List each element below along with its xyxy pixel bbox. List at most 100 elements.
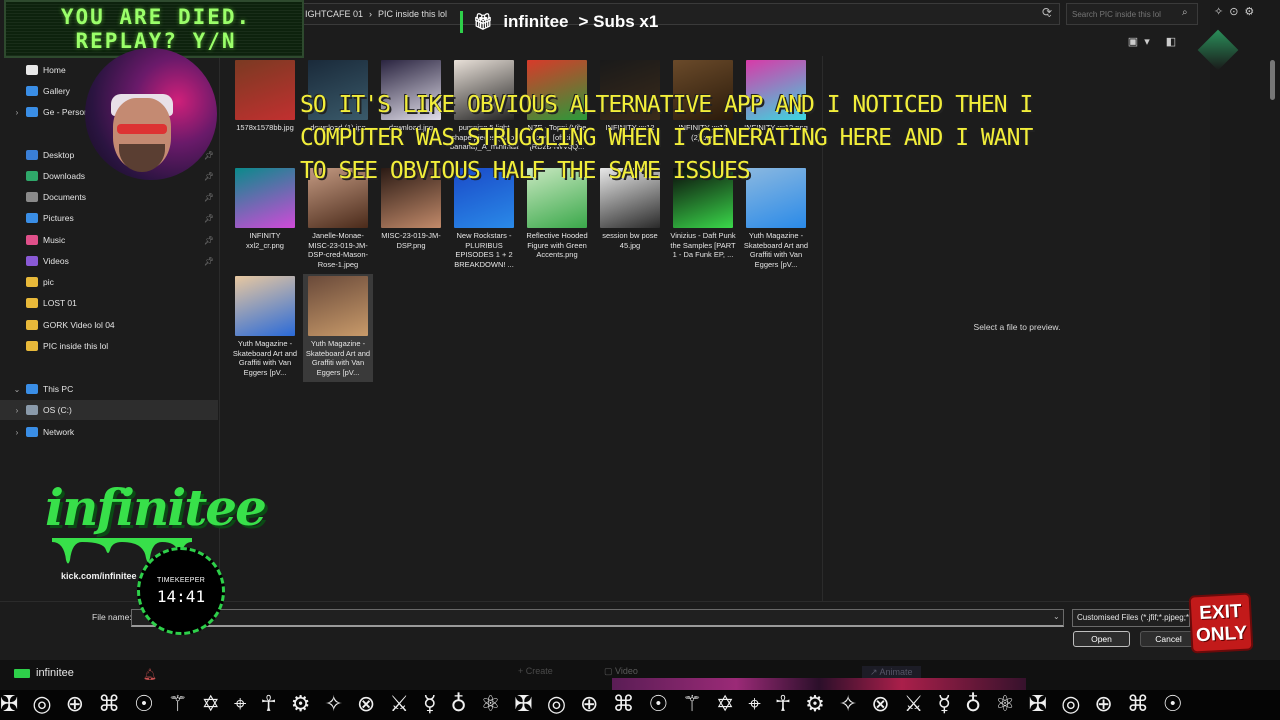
rune-border-decoration: ✠◎⊕⌘☉⚚✡⌖☥⚙✧⊗⚔☿♁⚛✠◎⊕⌘☉⚚✡⌖☥⚙✧⊗⚔☿♁⚛✠◎⊕⌘☉ <box>0 690 1280 720</box>
file-item[interactable]: INFINITY xxl2_cr.png <box>230 166 300 274</box>
exit-line: ONLY <box>1195 622 1248 647</box>
sidebar-item-label: Videos <box>43 256 69 266</box>
sidebar-item-label: Desktop <box>43 150 75 160</box>
command-bar: ▣ ▾ ◧ <box>220 30 1210 54</box>
file-item[interactable]: Yuth Magazine - Skateboard Art and Graff… <box>303 274 373 382</box>
chevron-down-icon[interactable]: ▾ <box>1140 35 1154 49</box>
sidebar-item-label: Pictures <box>43 213 74 223</box>
file-item[interactable]: Yuth Magazine - Skateboard Art and Graff… <box>230 274 300 382</box>
channel-logo: infinitee <box>45 478 267 537</box>
subs-banner: 🎁︎ infinitee > Subs x1 <box>460 11 658 33</box>
sidebar-item[interactable]: LOST 01 <box>0 293 218 313</box>
sidebar-item-label: Downloads <box>43 171 86 181</box>
sidebar-item[interactable]: › Network <box>0 422 218 442</box>
app-brand-name: infinitee <box>36 667 74 679</box>
sidebar-item-label: Documents <box>43 192 86 202</box>
cancel-button[interactable]: Cancel <box>1140 631 1197 647</box>
file-name-label: File name: <box>92 612 132 622</box>
gift-icon: 🎁︎ <box>473 14 494 31</box>
sidebar-item-label: Music <box>43 235 66 245</box>
timekeeper-label: TIMEKEEPER <box>156 577 206 584</box>
preview-pane-icon[interactable]: ◧ <box>1164 35 1178 49</box>
document-icon <box>26 192 38 202</box>
exit-line: EXIT <box>1198 600 1243 625</box>
sidebar-item[interactable]: Music 📌︎ <box>0 230 218 250</box>
pin-icon: 📌︎ <box>203 171 214 181</box>
pin-icon: 📌︎ <box>203 192 214 202</box>
pictures-icon <box>26 213 38 223</box>
sidebar-item-label: LOST 01 <box>43 298 77 308</box>
expand-chevron-icon[interactable]: › <box>10 428 24 437</box>
chevron-right-icon: › <box>369 9 373 19</box>
banner-brand: infinitee <box>503 12 569 31</box>
address-segment[interactable]: IGHTCAFE 01 <box>305 9 363 19</box>
file-name: MISC-23-019-JM-DSP.png <box>381 231 441 250</box>
file-name: New Rockstars - PLURIBUS EPISODES 1 + 2 … <box>454 231 514 269</box>
timekeeper-time: 14:41 <box>156 587 206 606</box>
sidebar-item[interactable]: ⌄ This PC <box>0 379 218 399</box>
file-thumbnail <box>235 168 295 228</box>
app-logo-icon <box>14 668 30 678</box>
accent-bar <box>460 11 463 33</box>
cloud-icon <box>26 107 38 117</box>
folder-icon <box>26 320 38 330</box>
sidebar-item-label: PIC inside this lol <box>43 341 109 351</box>
scrollbar[interactable] <box>1270 60 1275 100</box>
sidebar-item[interactable]: › OS (C:) <box>0 400 218 420</box>
sidebar-item[interactable]: pic <box>0 272 218 292</box>
pin-icon: 📌︎ <box>203 213 214 223</box>
expand-chevron-icon[interactable]: › <box>10 406 24 415</box>
sidebar-item-label: GORK Video lol 04 <box>43 320 115 330</box>
file-item[interactable]: 1578x1578bb.jpg <box>230 58 300 166</box>
sidebar-item[interactable]: Pictures 📌︎ <box>0 208 218 228</box>
sidebar-item-label: Home <box>43 65 66 75</box>
file-name-input[interactable] <box>131 609 1064 627</box>
expand-chevron-icon[interactable]: › <box>10 108 24 117</box>
home-icon <box>26 65 38 75</box>
open-button[interactable]: Open <box>1073 631 1130 647</box>
video-button[interactable]: ▢ Video <box>604 666 638 677</box>
file-name: session bw pose 45.jpg <box>602 231 658 250</box>
search-icon[interactable]: ⌕ <box>1182 7 1188 18</box>
search-input[interactable] <box>1066 3 1198 25</box>
preview-placeholder: Select a file to preview. <box>973 322 1061 332</box>
pc-icon <box>26 384 38 394</box>
browser-edge <box>1210 0 1280 690</box>
webcam-overlay <box>85 48 217 180</box>
refresh-icon[interactable]: ⟳ <box>1038 5 1056 23</box>
sidebar-item-label: This PC <box>43 384 74 394</box>
sidebar-item-label: Ge - Person <box>43 107 89 117</box>
file-name: Reflective Hooded Figure with Green Acce… <box>526 231 588 259</box>
videos-icon <box>26 256 38 266</box>
exit-only-sign: EXIT ONLY <box>1188 592 1254 654</box>
create-button[interactable]: + Create <box>518 666 553 676</box>
file-thumbnail <box>235 276 295 336</box>
file-name: Vinizius - Daft Punk the Samples [PART 1… <box>670 231 736 259</box>
desktop-icon <box>26 150 38 160</box>
sidebar-item[interactable]: PIC inside this lol <box>0 336 218 356</box>
address-segment[interactable]: PIC inside this lol <box>378 9 447 19</box>
bell-icon[interactable]: 🔔︎ <box>143 668 157 681</box>
sidebar-item[interactable]: GORK Video lol 04 <box>0 315 218 335</box>
sidebar-item-label: Gallery <box>43 86 70 96</box>
file-thumbnail <box>235 60 295 120</box>
banner-line: YOU ARE DIED. <box>60 5 252 29</box>
gallery-icon <box>26 86 38 96</box>
folder-icon <box>26 277 38 287</box>
expand-chevron-icon[interactable]: ⌄ <box>10 385 24 394</box>
view-icon[interactable]: ▣ <box>1126 35 1140 49</box>
sidebar-item[interactable]: Documents 📌︎ <box>0 187 218 207</box>
sidebar-item-label: Network <box>43 427 75 437</box>
sidebar-item[interactable]: Videos 📌︎ <box>0 251 218 271</box>
file-name: Yuth Magazine - Skateboard Art and Graff… <box>305 339 371 377</box>
live-caption: SO IT'S LIKE OBVIOUS ALTERNATIVE APP AND… <box>300 92 1033 184</box>
app-brand[interactable]: infinitee <box>14 667 74 679</box>
file-name: INFINITY xxl2_cr.png <box>246 231 284 250</box>
file-type-select[interactable]: Customised Files (*.jfif;*.pjpeg;* <box>1072 609 1190 627</box>
address-bar[interactable]: IGHTCAFE 01 › PIC inside this lol ⌄ <box>300 3 1060 25</box>
file-thumbnail <box>308 276 368 336</box>
network-icon <box>26 427 38 437</box>
browser-toolbar-icons[interactable]: ✧⊙⚙ <box>1214 5 1260 18</box>
sidebar-item-label: OS (C:) <box>43 405 72 415</box>
chevron-down-icon[interactable]: ⌄ <box>1053 612 1060 621</box>
